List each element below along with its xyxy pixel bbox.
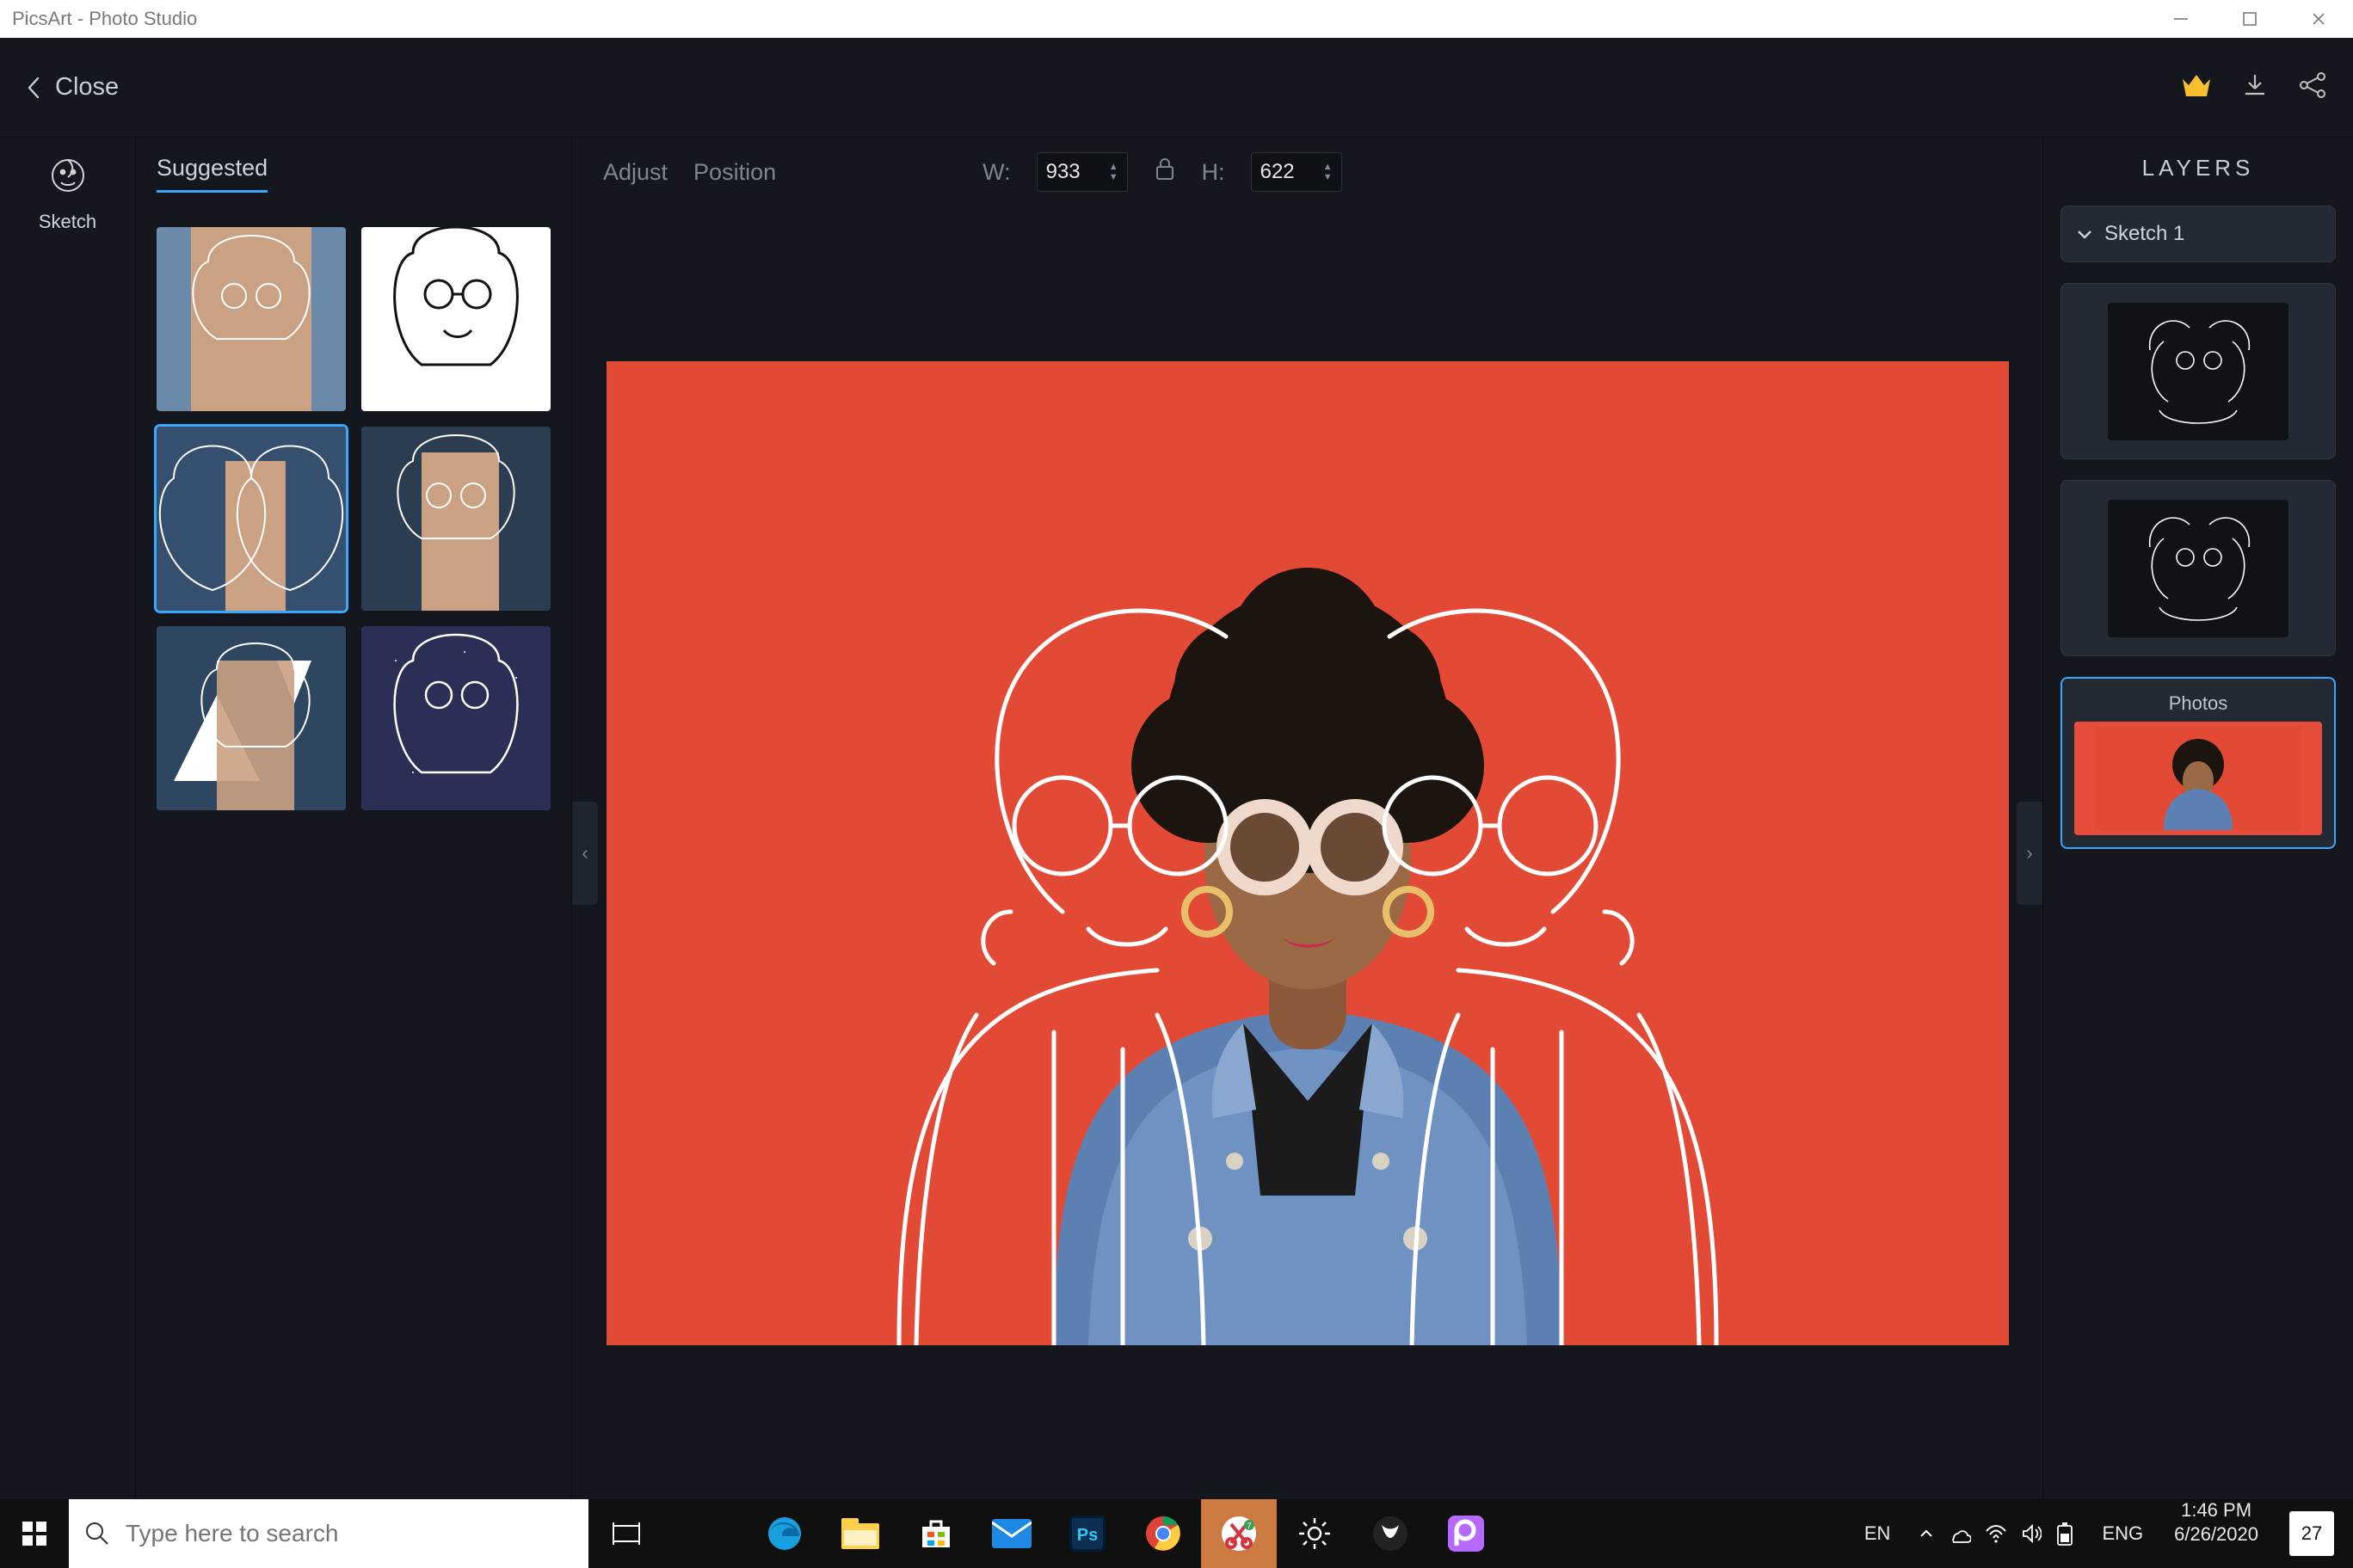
width-label: W: — [982, 159, 1011, 186]
picsart-icon[interactable] — [1428, 1499, 1504, 1568]
tray-lang1[interactable]: EN — [1851, 1499, 1905, 1568]
suggested-title: Suggested — [157, 155, 551, 206]
tool-rail: Sketch — [0, 138, 136, 1499]
layer-sketch-label: Sketch 1 — [2104, 222, 2184, 246]
svg-text:7: 7 — [1247, 1522, 1251, 1530]
download-icon[interactable] — [2241, 71, 2269, 103]
onedrive-icon — [1949, 1524, 1971, 1543]
window-title: PicsArt - Photo Studio — [12, 8, 197, 30]
position-tab[interactable]: Position — [693, 159, 776, 186]
taskbar-apps: Ps 7 — [588, 1499, 1504, 1568]
start-button[interactable] — [0, 1520, 69, 1547]
height-label: H: — [1202, 159, 1225, 186]
chevron-down-icon — [2075, 224, 2094, 243]
height-value: 622 — [1260, 160, 1295, 184]
sketch-icon[interactable] — [49, 157, 87, 199]
window-titlebar: PicsArt - Photo Studio — [0, 0, 2353, 38]
close-window-button[interactable] — [2284, 0, 2353, 38]
wifi-icon — [1985, 1524, 2007, 1543]
minimize-button[interactable] — [2147, 0, 2215, 38]
suggested-panel: Suggested — [136, 138, 572, 1499]
settings-icon[interactable] — [1277, 1499, 1352, 1568]
svg-text:Ps: Ps — [1077, 1526, 1098, 1545]
layer-sketch-header[interactable]: Sketch 1 — [2060, 206, 2336, 262]
ms-store-icon[interactable] — [898, 1499, 974, 1568]
app-body: Sketch Suggested — [0, 138, 2353, 1499]
tray-clock[interactable]: 1:46 PM 6/26/2020 — [2157, 1499, 2276, 1568]
photoshop-icon[interactable]: Ps — [1050, 1499, 1125, 1568]
lock-aspect-icon[interactable] — [1154, 157, 1176, 188]
close-label: Close — [55, 73, 119, 101]
tray-date: 6/26/2020 — [2174, 1523, 2258, 1546]
battery-icon — [2055, 1522, 2074, 1546]
tool-sketch-label: Sketch — [39, 211, 96, 233]
width-input[interactable]: 933 ▲▼ — [1037, 152, 1128, 192]
share-icon[interactable] — [2298, 71, 2327, 103]
chevron-up-icon — [1918, 1525, 1935, 1542]
search-input[interactable] — [124, 1519, 573, 1548]
close-button[interactable]: Close — [26, 73, 119, 101]
snip-tool-icon[interactable]: 7 — [1201, 1499, 1277, 1568]
tray-lang2[interactable]: ENG — [2088, 1499, 2157, 1568]
canvas-stage[interactable]: ‹ › — [572, 206, 2042, 1499]
preset-3-selected[interactable] — [157, 427, 346, 611]
property-bar: Adjust Position W: 933 ▲▼ H: 622 ▲▼ — [572, 138, 2042, 206]
layer-photos-label: Photos — [2074, 692, 2322, 715]
maximize-button[interactable] — [2215, 0, 2284, 38]
layers-title: LAYERS — [2060, 155, 2336, 181]
app-icon[interactable] — [1352, 1499, 1428, 1568]
layer-photos[interactable]: Photos — [2060, 677, 2336, 849]
adjust-tab[interactable]: Adjust — [603, 159, 668, 186]
collapse-left-icon[interactable]: ‹ — [572, 802, 598, 905]
layer-sketch-thumb-1[interactable] — [2060, 283, 2336, 459]
notification-badge: 27 — [2289, 1511, 2334, 1556]
preset-6[interactable] — [361, 626, 551, 810]
windows-taskbar: Ps 7 EN ENG 1:46 PM 6/26/2020 27 — [0, 1499, 2353, 1568]
search-icon — [84, 1521, 110, 1546]
taskbar-search[interactable] — [69, 1499, 588, 1568]
premium-icon[interactable] — [2181, 72, 2212, 102]
mail-icon[interactable] — [974, 1499, 1050, 1568]
layers-panel: LAYERS Sketch 1 Photos — [2043, 138, 2353, 1499]
window-controls — [2147, 0, 2353, 38]
edge-icon[interactable] — [747, 1499, 822, 1568]
preset-5[interactable] — [157, 626, 346, 810]
topbar-actions — [2181, 71, 2327, 103]
stepper-arrows-icon[interactable]: ▲▼ — [1109, 162, 1118, 182]
stepper-arrows-icon[interactable]: ▲▼ — [1323, 162, 1333, 182]
collapse-right-icon[interactable]: › — [2017, 802, 2042, 905]
canvas-artwork[interactable] — [607, 361, 2009, 1345]
task-view-icon[interactable] — [588, 1499, 664, 1568]
preset-1[interactable] — [157, 227, 346, 411]
tray-indicators[interactable] — [1904, 1499, 2088, 1568]
width-value: 933 — [1046, 160, 1081, 184]
app-topbar: Close — [0, 38, 2353, 138]
canvas-column: Adjust Position W: 933 ▲▼ H: 622 ▲▼ ‹ › — [572, 138, 2043, 1499]
preset-4[interactable] — [361, 427, 551, 611]
action-center-icon[interactable]: 27 — [2276, 1499, 2353, 1568]
system-tray: EN ENG 1:46 PM 6/26/2020 27 — [1851, 1499, 2353, 1568]
height-input[interactable]: 622 ▲▼ — [1251, 152, 1342, 192]
tray-time: 1:46 PM — [2181, 1499, 2251, 1522]
suggested-grid — [157, 227, 551, 810]
preset-2[interactable] — [361, 227, 551, 411]
volume-icon — [2021, 1524, 2042, 1543]
chrome-icon[interactable] — [1125, 1499, 1201, 1568]
layer-sketch-thumb-2[interactable] — [2060, 480, 2336, 656]
file-explorer-icon[interactable] — [822, 1499, 898, 1568]
